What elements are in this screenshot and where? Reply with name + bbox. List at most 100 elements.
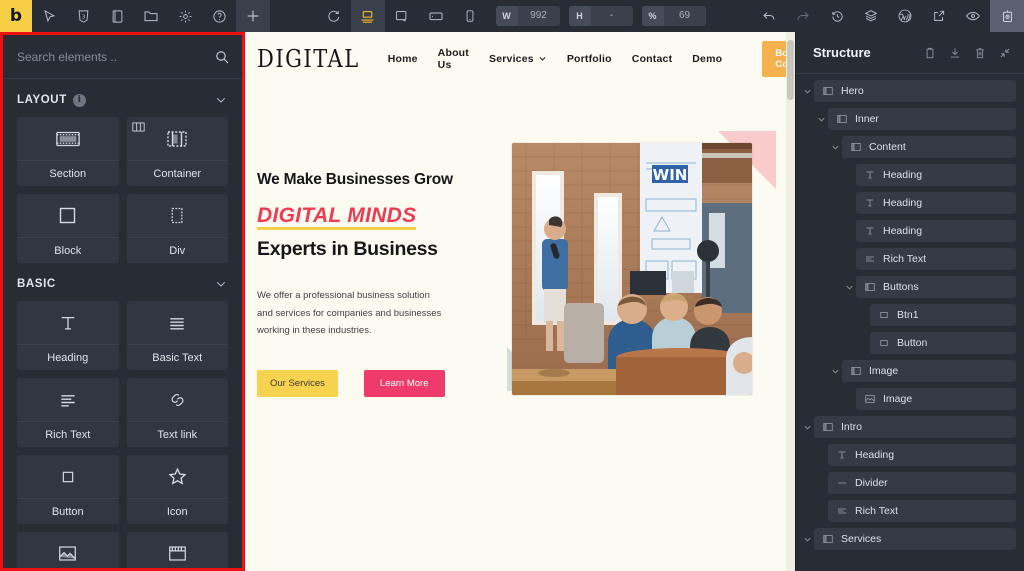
elements-scroll-area[interactable]: LAYOUT i Section Container Block Div BAS… [3,79,242,568]
element-card-heading[interactable]: Heading [17,301,119,370]
tree-node[interactable]: Image [856,388,1016,410]
element-card-rich-text[interactable]: Rich Text [17,378,119,447]
tree-row[interactable]: Buttons [796,276,1024,298]
chevron-down-icon[interactable] [828,142,842,153]
clipboard-icon[interactable] [923,46,937,60]
trash-icon[interactable] [973,46,987,60]
hero-heading-1[interactable]: We Make Businesses Grow [257,170,457,191]
tree-row[interactable]: Image [796,388,1024,410]
tree-row[interactable]: Rich Text [796,500,1024,522]
learn-more-button[interactable]: Learn More [363,369,445,397]
tree-row[interactable]: Btn1 [796,304,1024,326]
hero-heading-3[interactable]: Experts in Business [257,238,457,261]
tree-node[interactable]: Inner [828,108,1016,130]
nav-item-services[interactable]: Services [489,53,547,65]
element-card-icon[interactable]: Icon [126,455,228,524]
tree-node[interactable]: Buttons [856,276,1016,298]
tree-node[interactable]: Services [814,528,1016,550]
tree-node[interactable]: Rich Text [856,248,1016,270]
nav-item-home[interactable]: Home [388,53,418,65]
tablet-icon[interactable] [419,0,453,32]
tree-node[interactable]: Heading [856,164,1016,186]
tree-row[interactable]: Heading [796,220,1024,242]
pointer-icon[interactable] [32,0,66,32]
tree-row[interactable]: Hero [796,80,1024,102]
eye-icon[interactable] [956,0,990,32]
tree-node[interactable]: Heading [856,192,1016,214]
tree-row[interactable]: Inner [796,108,1024,130]
tree-node[interactable]: Intro [814,416,1016,438]
hero-heading-2[interactable]: DIGITAL MINDS [257,203,417,231]
search-elements-row[interactable] [3,35,242,79]
laptop-icon[interactable] [385,0,419,32]
tree-row[interactable]: Intro [796,416,1024,438]
chevron-down-icon[interactable] [214,93,228,107]
info-icon[interactable]: i [72,93,86,107]
book-icon[interactable] [100,0,134,32]
tree-row[interactable]: Services [796,528,1024,550]
tree-node[interactable]: Hero [814,80,1016,102]
chevron-down-icon[interactable] [842,282,856,293]
chevron-down-icon[interactable] [800,86,814,97]
width-value[interactable]: 992 [518,6,560,26]
tree-row[interactable]: Heading [796,192,1024,214]
help-icon[interactable] [202,0,236,32]
tree-row[interactable]: Content [796,136,1024,158]
mobile-icon[interactable] [453,0,487,32]
category-header-basic[interactable]: BASIC [3,263,242,301]
refresh-icon[interactable] [317,0,351,32]
element-card-section[interactable]: Section [17,117,119,186]
element-card-video[interactable] [126,532,228,568]
element-card-block[interactable]: Block [17,194,119,263]
tree-row[interactable]: Button [796,332,1024,354]
structure-tree[interactable]: Hero Inner Content Heading Heading Heading Ric… [796,74,1024,571]
undo-icon[interactable] [752,0,786,32]
css-icon[interactable]: 3 [66,0,100,32]
app-logo[interactable]: b [0,0,32,32]
element-card-basic-text[interactable]: Basic Text [126,301,228,370]
element-card-button[interactable]: Button [17,455,119,524]
chevron-down-icon[interactable] [800,534,814,545]
width-field[interactable]: W 992 [495,6,560,26]
tree-row[interactable]: Image [796,360,1024,382]
layers-icon[interactable] [854,0,888,32]
book-consultation-button[interactable]: Book Consultation [762,40,786,77]
zoom-field[interactable]: % 69 [641,6,706,26]
history-icon[interactable] [820,0,854,32]
desktop-icon[interactable] [350,0,385,32]
element-card-div[interactable]: Div [126,194,228,263]
search-input[interactable] [17,49,214,64]
element-card-container[interactable]: Container [126,117,228,186]
site-logo[interactable]: DIGITAL [257,45,360,73]
save-icon[interactable] [990,0,1024,32]
canvas-scrollbar[interactable] [786,32,795,571]
tree-row[interactable]: Divider [796,472,1024,494]
tree-node[interactable]: Content [842,136,1016,158]
chevron-down-icon[interactable] [828,366,842,377]
gear-icon[interactable] [168,0,202,32]
category-header-layout[interactable]: LAYOUT i [3,79,242,117]
hero-rich-text[interactable]: We offer a professional business solutio… [257,287,447,340]
tree-node[interactable]: Heading [828,444,1016,466]
height-value[interactable]: - [591,6,633,26]
tree-node[interactable]: Divider [828,472,1016,494]
chevron-down-icon[interactable] [800,422,814,433]
tree-node[interactable]: Image [842,360,1016,382]
tree-row[interactable]: Heading [796,444,1024,466]
nav-item-contact[interactable]: Contact [632,53,672,65]
tree-node[interactable]: Heading [856,220,1016,242]
chevron-down-icon[interactable] [814,114,828,125]
collapse-icon[interactable] [998,46,1012,60]
tree-node[interactable]: Button [870,332,1016,354]
nav-item-portfolio[interactable]: Portfolio [567,53,612,65]
redo-icon[interactable] [786,0,820,32]
search-icon[interactable] [214,49,230,65]
tree-row[interactable]: Rich Text [796,248,1024,270]
element-card-text-link[interactable]: Text link [126,378,228,447]
folder-icon[interactable] [134,0,168,32]
tree-row[interactable]: Heading [796,164,1024,186]
plus-icon[interactable] [236,0,270,32]
site-preview[interactable]: DIGITAL Home About Us Services Portfolio… [245,32,786,571]
canvas-scrollbar-thumb[interactable] [787,40,794,100]
chevron-down-icon[interactable] [214,277,228,291]
